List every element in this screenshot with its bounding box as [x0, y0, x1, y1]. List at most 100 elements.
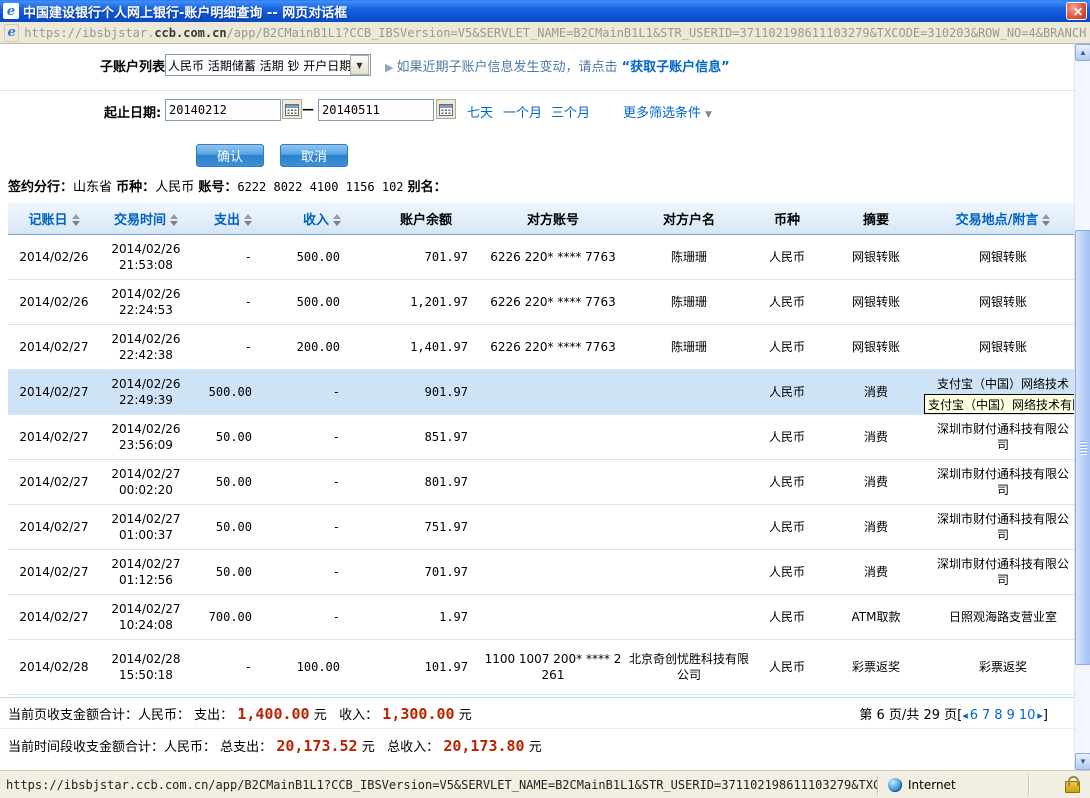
quick-range-1month[interactable]: 一个月: [503, 102, 542, 121]
ie-page-icon: e: [4, 24, 19, 42]
date-from-input[interactable]: [165, 99, 281, 121]
quick-range-7days[interactable]: 七天: [467, 102, 493, 121]
cell-outflow: 50.00: [192, 415, 274, 460]
cell-posting-date: 2014/02/26: [8, 235, 100, 280]
cell-balance: 1.97: [370, 595, 482, 640]
cell-counterparty-name: [624, 415, 754, 460]
cell-counterparty-account: 6226 220* **** 7763: [482, 325, 624, 370]
cell-outflow: -: [192, 235, 274, 280]
url-bar: e https://ibsbjstar.ccb.com.cn/app/B2CMa…: [0, 22, 1090, 44]
chevron-down-icon: ▼: [705, 110, 712, 120]
scroll-up-icon[interactable]: ▲: [1075, 44, 1090, 61]
pagination: 第 6 页/共 29 页[◂678910▸]: [859, 704, 1048, 723]
cell-summary: 网银转账: [820, 235, 932, 280]
cell-inflow: 200.00: [274, 325, 370, 370]
cell-inflow: -: [274, 595, 370, 640]
quick-range-3months[interactable]: 三个月: [551, 102, 590, 121]
cell-counterparty-name: [624, 370, 754, 415]
scroll-down-icon[interactable]: ▼: [1075, 753, 1090, 770]
cell-currency: 人民币: [754, 505, 820, 550]
header-location-remark[interactable]: 交易地点/附言: [932, 202, 1074, 235]
cell-counterparty-account: [482, 415, 624, 460]
date-range-dash: —: [302, 102, 314, 116]
title-bar: e 中国建设银行个人网上银行-账户明细查询 -- 网页对话框 ✕: [0, 0, 1090, 22]
more-filters-link[interactable]: 更多筛选条件 ▼: [623, 102, 712, 121]
calendar-icon[interactable]: [436, 99, 456, 119]
cell-location-remark: 深圳市财付通科技有限公司: [932, 505, 1074, 550]
vertical-scrollbar[interactable]: ▲ ▼: [1074, 44, 1090, 770]
window-title: 中国建设银行个人网上银行-账户明细查询 -- 网页对话框: [23, 2, 347, 21]
cell-posting-date: 2014/02/27: [8, 460, 100, 505]
date-to-input[interactable]: [318, 99, 434, 121]
prev-page-icon[interactable]: ◂: [962, 709, 968, 722]
table-row: 2014/02/272014/02/2701:00:3750.00-751.97…: [8, 505, 1074, 550]
subaccount-select[interactable]: 人民币 活期储蓄 活期 钞 开户日期：20111104 ▼: [165, 54, 371, 76]
cell-counterparty-name: [624, 505, 754, 550]
cell-inflow: -: [274, 460, 370, 505]
close-icon[interactable]: ✕: [1066, 2, 1087, 20]
page-link-9[interactable]: 9: [1007, 708, 1015, 723]
period-summary-row: 当前时间段收支金额合计：人民币： 总支出： 20,173.52 元 总收入： 2…: [0, 728, 1074, 761]
pagination-text: 第 6 页/共 29 页[: [859, 708, 962, 723]
cell-summary: 消费: [820, 505, 932, 550]
page-link-10[interactable]: 10: [1019, 708, 1036, 723]
period-in-amount: 20,173.80: [443, 737, 524, 755]
cell-inflow: 100.00: [274, 640, 370, 695]
sort-icon: [244, 214, 252, 226]
cell-inflow: -: [274, 370, 370, 415]
cancel-button[interactable]: 取消: [280, 144, 348, 167]
table-row: 2014/02/282014/02/2815:50:18-100.00101.9…: [8, 640, 1074, 695]
sort-icon: [72, 214, 80, 226]
cell-location-remark: 网银转账: [932, 235, 1074, 280]
cell-outflow: -: [192, 325, 274, 370]
cell-outflow: -: [192, 640, 274, 695]
cell-summary: 彩票返奖: [820, 640, 932, 695]
sort-icon: [1042, 214, 1050, 226]
more-filters-label: 更多筛选条件: [623, 106, 701, 121]
url-prefix: https://ibsbjstar.: [24, 26, 154, 40]
period-out-amount: 20,173.52: [276, 737, 357, 755]
cell-inflow: -: [274, 415, 370, 460]
cell-currency: 人民币: [754, 370, 820, 415]
subaccount-row: 子账户列表： 人民币 活期储蓄 活期 钞 开户日期：20111104 ▼ ▶如果…: [0, 52, 1060, 78]
refresh-subaccount-link[interactable]: “获取子账户信息”: [622, 60, 730, 75]
header-counterparty-account: 对方账号: [482, 202, 624, 235]
cell-counterparty-name: 陈珊珊: [624, 325, 754, 370]
table-header-row: 记账日 交易时间 支出 收入 账户余额 对方账号 对方户名 币种 摘要 交易地点…: [8, 202, 1074, 235]
cell-transaction-time: 2014/02/2622:42:38: [100, 325, 192, 370]
cell-counterparty-name: 陈珊珊: [624, 280, 754, 325]
calendar-icon[interactable]: [282, 99, 302, 119]
page-link-7[interactable]: 7: [982, 708, 990, 723]
table-row: 2014/02/272014/02/2622:42:38-200.001,401…: [8, 325, 1074, 370]
cell-counterparty-account: 6226 220* **** 7763: [482, 280, 624, 325]
status-security: [1029, 775, 1090, 795]
account-number-label: 账号：: [198, 180, 237, 195]
cell-inflow: 500.00: [274, 280, 370, 325]
cell-outflow: -: [192, 280, 274, 325]
cell-transaction-time: 2014/02/2700:02:20: [100, 460, 192, 505]
cell-transaction-time: 2014/02/2622:24:53: [100, 280, 192, 325]
cell-posting-date: 2014/02/27: [8, 325, 100, 370]
cell-transaction-time: 2014/02/2621:53:08: [100, 235, 192, 280]
chevron-down-icon[interactable]: ▼: [350, 55, 369, 75]
cell-transaction-time: 2014/02/2622:49:39: [100, 370, 192, 415]
cell-transaction-time: 2014/02/2815:50:18: [100, 640, 192, 695]
confirm-button[interactable]: 确认: [196, 144, 264, 167]
cell-posting-date: 2014/02/27: [8, 370, 100, 415]
cell-inflow: -: [274, 550, 370, 595]
cell-location-remark: 日照观海路支营业室: [932, 595, 1074, 640]
sort-icon: [333, 214, 341, 226]
page-link-8[interactable]: 8: [994, 708, 1002, 723]
cell-location-remark: 深圳市财付通科技有限公司: [932, 415, 1074, 460]
page-link-6[interactable]: 6: [970, 708, 978, 723]
scrollbar-thumb[interactable]: [1075, 230, 1090, 665]
header-transaction-time[interactable]: 交易时间: [100, 202, 192, 235]
cell-location-remark: 网银转账: [932, 325, 1074, 370]
header-outflow[interactable]: 支出: [192, 202, 274, 235]
scrollbar-grip: [1080, 441, 1087, 455]
header-inflow[interactable]: 收入: [274, 202, 370, 235]
cell-transaction-time: 2014/02/2623:56:09: [100, 415, 192, 460]
cell-counterparty-account: [482, 595, 624, 640]
header-posting-date[interactable]: 记账日: [8, 202, 100, 235]
status-bar: https://ibsbjstar.ccb.com.cn/app/B2CMain…: [0, 770, 1090, 798]
